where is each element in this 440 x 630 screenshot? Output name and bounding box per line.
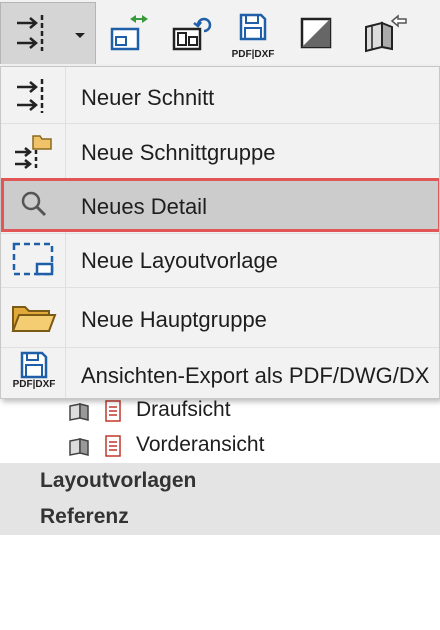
section-referenz[interactable]: Referenz xyxy=(0,499,440,535)
export-3d-button[interactable] xyxy=(356,2,412,64)
menu-item-label: Neue Layoutvorlage xyxy=(81,248,278,273)
pdf-dxf-save-icon: PDF|DXF xyxy=(9,351,59,397)
block-export-icon xyxy=(365,14,407,53)
tree-row-label: Vorderansicht xyxy=(136,433,265,456)
chevron-down-icon[interactable] xyxy=(75,33,85,38)
menu-divider xyxy=(1,287,439,288)
pdf-dxf-caption: PDF|DXF xyxy=(12,379,56,390)
menu-item-new-detail[interactable]: Neues Detail xyxy=(1,178,439,232)
layout-swap-button[interactable] xyxy=(104,2,152,64)
menu-item-label: Ansichten-Export als PDF/DWG/DX xyxy=(81,363,430,388)
view-icon xyxy=(69,400,121,422)
folder-icon xyxy=(11,306,57,332)
section-layoutvorlagen[interactable]: Layoutvorlagen xyxy=(0,463,440,499)
menu-item-label: Neue Hauptgruppe xyxy=(81,307,267,332)
layout-refresh-icon xyxy=(172,17,212,51)
diagonal-frame-icon xyxy=(300,17,332,49)
new-section-split-button[interactable] xyxy=(0,2,96,64)
menu-item-new-section-group[interactable]: Neue Schnittgruppe xyxy=(1,124,439,178)
menu-item-label: Neue Schnittgruppe xyxy=(81,140,276,165)
pdf-dxf-export-button[interactable]: PDF|DXF xyxy=(228,2,278,64)
view-icon xyxy=(69,435,121,457)
save-disk-icon xyxy=(20,351,48,379)
section-label: Referenz xyxy=(40,505,129,528)
menu-item-new-section[interactable]: Neuer Schnitt xyxy=(1,69,439,123)
new-section-group-icon xyxy=(15,135,52,170)
tree-row-label: Draufsicht xyxy=(136,398,231,421)
diagonal-view-button[interactable] xyxy=(292,2,340,64)
tree-row-vorderansicht[interactable]: Vorderansicht xyxy=(0,427,440,463)
section-cut-icon xyxy=(17,15,44,51)
save-disk-icon xyxy=(239,13,267,41)
magnifier-icon xyxy=(21,191,47,217)
dropdown-menu: Neuer Schnitt Neue Schnittgruppe Neues D… xyxy=(0,66,440,399)
menu-item-new-layout-template[interactable]: Neue Layoutvorlage xyxy=(1,232,439,286)
section-label: Layoutvorlagen xyxy=(40,469,197,492)
new-section-icon xyxy=(17,79,44,113)
menu-item-new-main-group[interactable]: Neue Hauptgruppe xyxy=(1,291,439,345)
toolbar: PDF|DXF xyxy=(0,0,440,66)
layout-template-icon xyxy=(12,242,54,276)
pdf-dxf-label: PDF|DXF xyxy=(231,49,275,60)
menu-item-label: Neuer Schnitt xyxy=(81,85,215,110)
menu-item-label: Neues Detail xyxy=(81,194,207,219)
layout-swap-icon xyxy=(110,15,148,51)
layout-refresh-button[interactable] xyxy=(166,2,214,64)
menu-item-views-export[interactable]: PDF|DXF Ansichten-Export als PDF/DWG/DX xyxy=(1,347,439,398)
